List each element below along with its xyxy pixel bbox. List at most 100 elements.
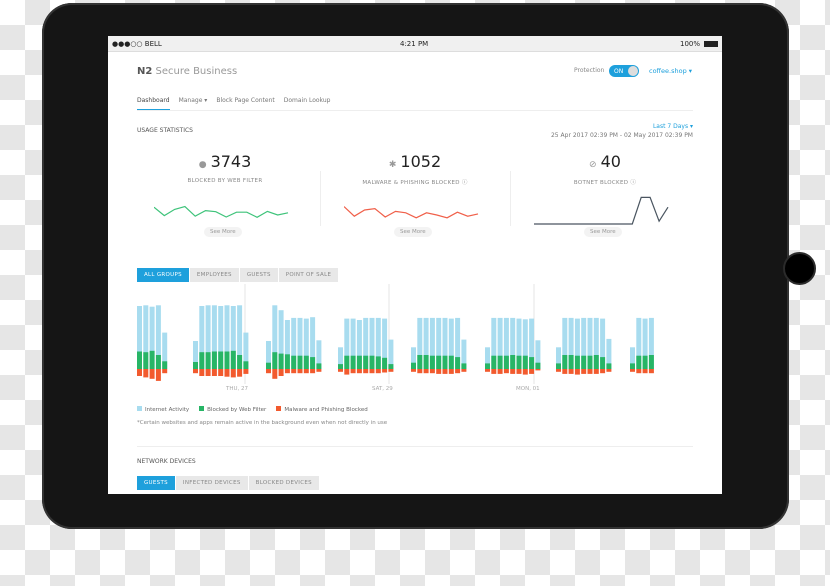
bar-malware xyxy=(303,369,309,374)
see-more-web-filter[interactable]: See More xyxy=(204,227,242,237)
bar-malware xyxy=(423,369,429,374)
nav-manage[interactable]: Manage ▾ xyxy=(179,97,208,111)
bar-web-filter xyxy=(606,363,612,369)
bar-web-filter xyxy=(535,362,541,369)
see-more-malware[interactable]: See More xyxy=(394,227,432,237)
bar-web-filter xyxy=(350,355,356,369)
bar-malware xyxy=(350,369,356,374)
bar-malware xyxy=(205,369,211,376)
x-tick-label: MON, 01 xyxy=(516,386,540,392)
tab-blocked-devices[interactable]: BLOCKED DEVICES xyxy=(248,476,319,490)
battery-level: 100% xyxy=(679,40,700,48)
protection-toggle[interactable]: ON xyxy=(609,65,639,77)
bar-malware xyxy=(503,369,509,374)
bar-web-filter xyxy=(574,355,580,369)
bar-malware xyxy=(642,369,648,374)
bar-malware xyxy=(648,369,654,374)
bar-malware xyxy=(382,369,388,373)
tab-point-of-sale[interactable]: POINT OF SALE xyxy=(278,268,339,282)
bar-malware xyxy=(448,369,454,374)
bar-web-filter xyxy=(497,355,503,369)
usage-statistics-heading: USAGE STATISTICS xyxy=(137,127,193,134)
bar-web-filter xyxy=(442,355,448,369)
bar-web-filter xyxy=(529,357,535,369)
main-nav: Dashboard Manage ▾ Block Page Content Do… xyxy=(137,97,330,111)
bar-malware xyxy=(442,369,448,374)
protection-label: Protection xyxy=(574,67,605,74)
bar-web-filter xyxy=(291,355,297,369)
battery-icon xyxy=(704,41,718,47)
bar-web-filter xyxy=(162,361,168,369)
bar-malware xyxy=(535,369,541,371)
bar-malware xyxy=(606,369,612,372)
bar-web-filter xyxy=(510,355,516,369)
bar-web-filter xyxy=(316,363,322,369)
legend-web-filter: Blocked by Web Filter xyxy=(199,406,266,413)
bar-web-filter xyxy=(581,355,587,369)
bar-malware xyxy=(375,369,381,374)
tab-guests[interactable]: GUESTS xyxy=(239,268,278,282)
bug-icon: ✱ xyxy=(388,160,397,170)
chart-legend: Internet Activity Blocked by Web Filter … xyxy=(137,406,368,413)
nav-block-page-content[interactable]: Block Page Content xyxy=(216,97,274,111)
tab-infected-devices[interactable]: INFECTED DEVICES xyxy=(175,476,248,490)
bar-web-filter xyxy=(237,355,243,369)
bar-malware xyxy=(155,369,161,381)
bar-web-filter xyxy=(648,355,654,369)
bar-web-filter xyxy=(303,355,309,369)
bar-web-filter xyxy=(642,355,648,369)
see-more-botnet[interactable]: See More xyxy=(584,227,622,237)
stat-malware: ✱ 1052 MALWARE & PHISHING BLOCKED ⓘ xyxy=(362,152,468,186)
account-dropdown[interactable]: coffee.shop ▾ xyxy=(649,67,692,75)
bar-web-filter xyxy=(417,355,423,369)
bar-malware xyxy=(491,369,497,374)
status-bar: ●●●○○ BELL 4:21 PM 100% xyxy=(108,36,722,52)
block-icon: ⊘ xyxy=(589,160,597,170)
bar-malware xyxy=(593,369,599,374)
sparkline-web-filter xyxy=(154,205,289,218)
nav-dashboard[interactable]: Dashboard xyxy=(137,97,170,111)
bar-malware xyxy=(574,369,580,375)
bar-malware xyxy=(272,369,278,379)
app-title: N2 Secure Business xyxy=(137,66,238,77)
bar-malware xyxy=(455,369,461,374)
bar-malware xyxy=(149,369,155,379)
bar-web-filter xyxy=(230,350,236,369)
bar-malware xyxy=(284,369,290,374)
bar-malware xyxy=(211,369,217,376)
bar-malware xyxy=(230,369,236,378)
tab-all-groups[interactable]: ALL GROUPS xyxy=(137,268,189,282)
bar-malware xyxy=(485,369,490,372)
bar-web-filter xyxy=(193,362,198,369)
bar-web-filter xyxy=(310,357,316,369)
bar-malware xyxy=(218,369,224,376)
date-range-dropdown[interactable]: Last 7 Days ▾ xyxy=(653,123,693,130)
screen: ●●●○○ BELL 4:21 PM 100% N2 Secure Busine… xyxy=(108,36,722,494)
bar-malware xyxy=(630,369,635,372)
bar-web-filter xyxy=(491,355,497,369)
bar-web-filter xyxy=(461,363,467,369)
tab-employees[interactable]: EMPLOYEES xyxy=(189,268,239,282)
bar-malware xyxy=(581,369,587,374)
bar-malware xyxy=(411,369,416,372)
bar-web-filter xyxy=(600,357,606,369)
bar-malware xyxy=(266,369,271,374)
network-tabs: GUESTS INFECTED DEVICES BLOCKED DEVICES xyxy=(137,476,320,490)
nav-domain-lookup[interactable]: Domain Lookup xyxy=(284,97,331,111)
bar-web-filter xyxy=(149,350,155,369)
bar-malware xyxy=(388,369,394,372)
bar-web-filter xyxy=(455,357,461,369)
bar-web-filter xyxy=(562,355,568,369)
bar-web-filter xyxy=(338,364,343,369)
bar-web-filter xyxy=(593,355,599,369)
bar-web-filter xyxy=(199,352,205,369)
tab-guests-devices[interactable]: GUESTS xyxy=(137,476,175,490)
bar-malware xyxy=(522,369,528,375)
bar-web-filter xyxy=(155,355,161,369)
sparkline-botnet xyxy=(534,196,669,225)
bar-web-filter xyxy=(297,355,303,369)
home-button[interactable] xyxy=(783,252,816,285)
bar-malware xyxy=(510,369,516,374)
bar-web-filter xyxy=(278,353,284,369)
bar-malware xyxy=(143,369,149,378)
